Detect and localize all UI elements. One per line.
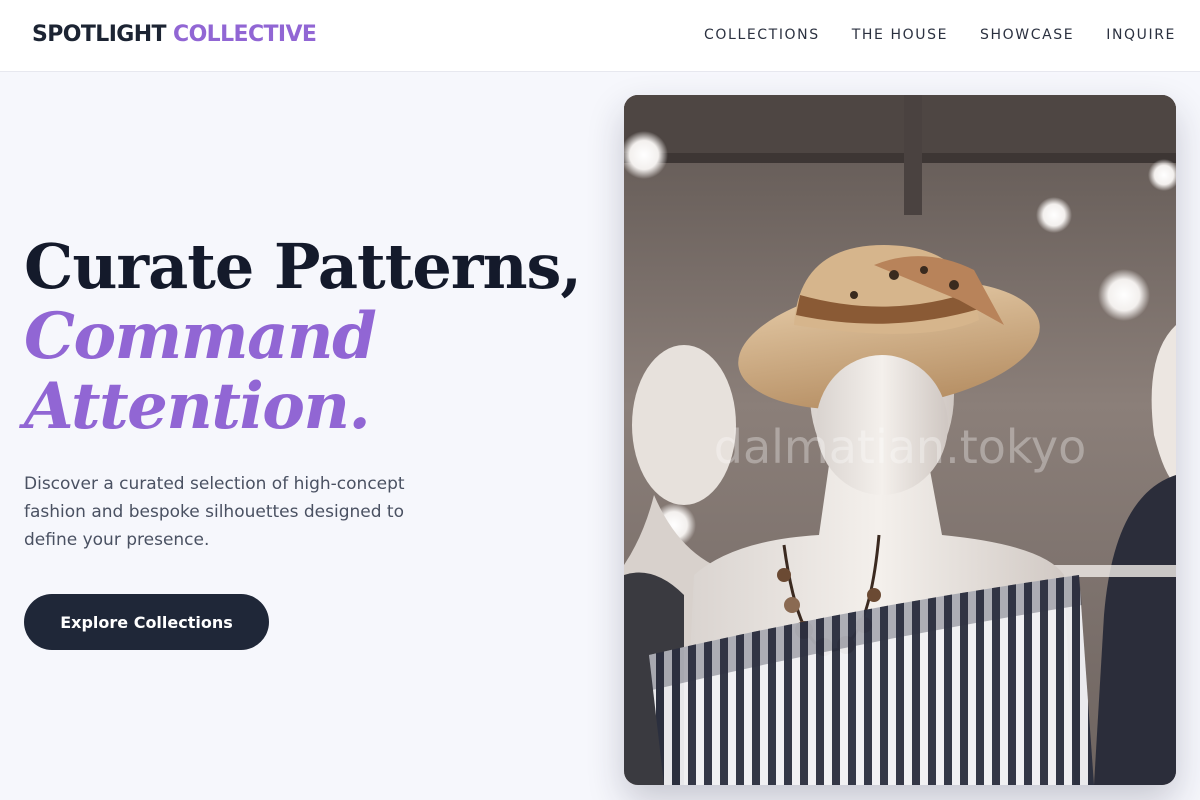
mannequin-illustration: dalmatian.tokyo: [624, 95, 1176, 785]
hero-title-line-2: Command: [24, 299, 377, 374]
nav-item-collections[interactable]: COLLECTIONS: [704, 25, 820, 45]
brand-word-accent: COLLECTIVE: [173, 22, 317, 47]
nav-item-the-house[interactable]: THE HOUSE: [852, 25, 948, 45]
main-nav: COLLECTIONS THE HOUSE SHOWCASE INQUIRE: [704, 25, 1176, 45]
photo-watermark: dalmatian.tokyo: [714, 420, 1087, 474]
nav-item-inquire[interactable]: INQUIRE: [1106, 25, 1176, 45]
nav-item-showcase[interactable]: SHOWCASE: [980, 25, 1074, 45]
brand-logo[interactable]: SPOTLIGHT COLLECTIVE: [32, 21, 317, 49]
site-header: SPOTLIGHT COLLECTIVE COLLECTIONS THE HOU…: [0, 0, 1200, 72]
hero-title-line-1: Curate Patterns,: [24, 230, 582, 303]
hero-title-line-3: Attention.: [24, 369, 371, 444]
hero-title: Curate Patterns, Command Attention.: [24, 232, 604, 442]
hero-description: Discover a curated selection of high-con…: [24, 474, 405, 550]
hero-photo: dalmatian.tokyo: [624, 95, 1176, 785]
brand-word-primary: SPOTLIGHT: [32, 22, 167, 47]
explore-collections-button[interactable]: Explore Collections: [24, 594, 269, 650]
